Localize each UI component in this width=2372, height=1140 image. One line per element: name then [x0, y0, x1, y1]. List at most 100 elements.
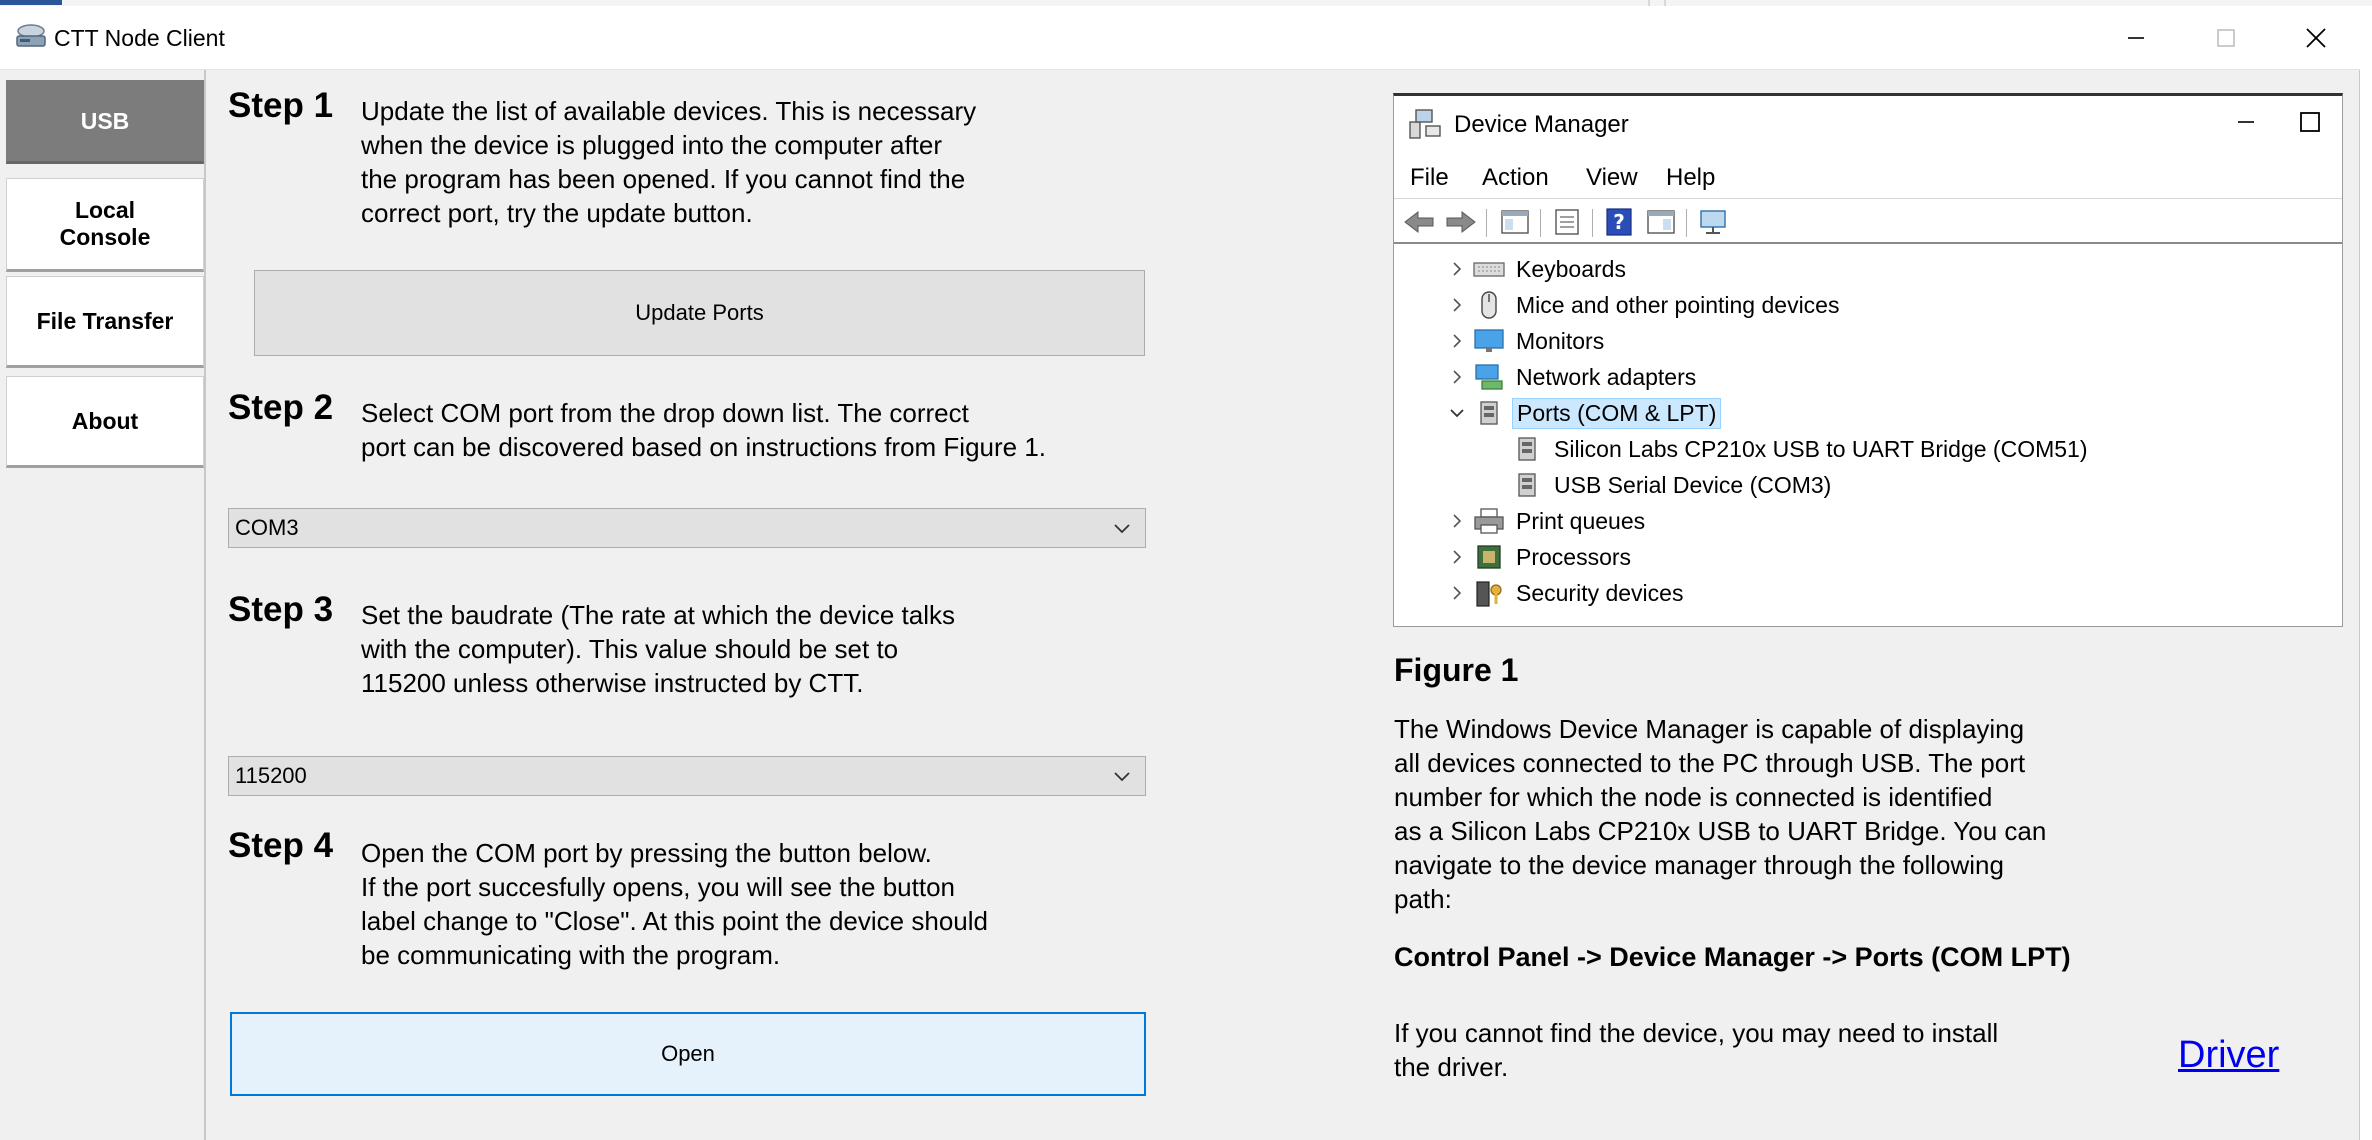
taskbar-accent: [0, 0, 62, 5]
tree-item-processors: Processors: [1442, 540, 1635, 574]
chevron-right-icon: [1442, 578, 1472, 608]
baudrate-value: 115200: [235, 763, 307, 788]
device-tree: Keyboards Mice and other pointing device…: [1394, 248, 2342, 626]
scan-hardware-icon: [1700, 210, 1726, 234]
chevron-right-icon: [1442, 542, 1472, 572]
dm-menu-file: File: [1410, 164, 1449, 191]
app-window: CTT Node Client USB Local Console File T…: [0, 6, 2360, 1140]
minimize-icon: [2128, 37, 2144, 39]
chevron-right-icon: [1442, 290, 1472, 320]
app-icon: [16, 24, 46, 47]
dm-menu-help: Help: [1666, 164, 1716, 191]
toolbar-separator: [1592, 209, 1593, 237]
help-icon: ?: [1606, 208, 1632, 236]
port-icon: [1480, 401, 1498, 425]
chevron-down-icon: [1114, 772, 1130, 782]
monitor-icon: [1474, 329, 1504, 352]
port-icon: [1518, 437, 1536, 461]
tree-item-mice: Mice and other pointing devices: [1442, 288, 1843, 322]
tree-item-print-queues: Print queues: [1442, 504, 1649, 538]
close-icon: [2306, 28, 2326, 48]
update-ports-button[interactable]: Update Ports: [254, 270, 1145, 356]
security-icon: [1476, 581, 1502, 607]
tab-local-console[interactable]: Local Console: [6, 178, 204, 272]
port-icon: [1518, 473, 1536, 497]
keyboard-icon: [1473, 262, 1505, 277]
minimize-icon: [2238, 121, 2254, 123]
tree-label: Keyboards: [1516, 255, 1626, 282]
tree-label: Mice and other pointing devices: [1516, 291, 1840, 318]
tree-label: Print queues: [1516, 507, 1646, 534]
dm-toolbar: ?: [1394, 198, 2342, 244]
figure-path: Control Panel -> Device Manager -> Ports…: [1394, 942, 2071, 972]
back-arrow-icon: [1404, 210, 1434, 234]
chevron-right-icon: [1442, 254, 1472, 284]
tree-item-keyboards: Keyboards: [1442, 252, 1630, 286]
tree-label: Monitors: [1516, 327, 1605, 354]
driver-note: If you cannot find the device, you may n…: [1394, 1018, 1999, 1082]
minimize-button[interactable]: [2090, 6, 2182, 70]
step-1-text: Update the list of available devices. Th…: [361, 96, 977, 228]
title-bar[interactable]: CTT Node Client: [0, 6, 2360, 70]
dm-minimize-button: [2216, 102, 2276, 142]
step-1-label: Step 1: [228, 86, 334, 125]
toolbar-separator: [1686, 209, 1687, 237]
device-manager-title: Device Manager: [1454, 111, 1629, 138]
maximize-icon: [2217, 29, 2235, 47]
tab-usb[interactable]: USB: [6, 80, 204, 164]
step-2-label: Step 2: [228, 388, 334, 427]
tree-label: Silicon Labs CP210x USB to UART Bridge (…: [1554, 435, 2088, 462]
tree-item-silicon-labs: Silicon Labs CP210x USB to UART Bridge (…: [1480, 432, 2091, 466]
tab-about[interactable]: About: [6, 376, 204, 468]
step-2-text: Select COM port from the drop down list.…: [361, 398, 1047, 462]
maximize-icon: [2300, 112, 2320, 132]
baudrate-select[interactable]: 115200: [228, 756, 1146, 796]
chevron-right-icon: [1442, 506, 1472, 536]
chevron-right-icon: [1442, 362, 1472, 392]
step-4-label: Step 4: [228, 826, 334, 865]
chip-icon: [1477, 545, 1501, 569]
dm-menu-action: Action: [1482, 164, 1549, 191]
device-manager-figure: Device Manager File Action View Help ? K…: [1393, 93, 2343, 627]
step-3-text: Set the baudrate (The rate at which the …: [361, 600, 956, 698]
chevron-down-icon: [1114, 524, 1130, 534]
toolbar-separator: [1486, 209, 1487, 237]
tree-label: Network adapters: [1516, 363, 1697, 390]
maximize-button[interactable]: [2180, 6, 2272, 70]
step-4-text: Open the COM port by pressing the button…: [361, 838, 988, 970]
show-hide-console-tree-icon: [1501, 210, 1529, 234]
figure-title: Figure 1: [1394, 652, 1519, 688]
dm-menu-bar: File Action View Help: [1394, 158, 2342, 198]
action-pane-icon: [1647, 210, 1675, 234]
tree-item-security-devices: Security devices: [1442, 576, 1687, 610]
svg-text:?: ?: [1613, 210, 1625, 234]
tree-item-ports: Ports (COM & LPT): [1442, 396, 1722, 430]
tree-item-monitors: Monitors: [1442, 324, 1608, 358]
dm-menu-view: View: [1586, 164, 1638, 191]
tab-file-transfer[interactable]: File Transfer: [6, 276, 204, 368]
tree-label-selected: Ports (COM & LPT): [1512, 397, 1722, 429]
close-button[interactable]: [2270, 6, 2362, 70]
toolbar-separator: [1540, 209, 1541, 237]
com-port-select[interactable]: COM3: [228, 508, 1146, 548]
sidebar: USB Local Console File Transfer About: [0, 70, 206, 1140]
chevron-right-icon: [1442, 326, 1472, 356]
window-title: CTT Node Client: [54, 25, 225, 51]
driver-link[interactable]: Driver: [2178, 1034, 2279, 1077]
mouse-icon: [1481, 291, 1497, 319]
tree-label: Security devices: [1516, 579, 1684, 606]
figure-description: The Windows Device Manager is capable of…: [1394, 714, 2047, 914]
step-3-label: Step 3: [228, 590, 334, 629]
tree-label: Processors: [1516, 543, 1632, 570]
dm-maximize-button: [2280, 102, 2340, 142]
printer-icon: [1474, 508, 1504, 534]
tree-item-network-adapters: Network adapters: [1442, 360, 1700, 394]
tree-item-usb-serial: USB Serial Device (COM3): [1480, 468, 1835, 502]
device-manager-icon: [1409, 109, 1441, 139]
open-port-button[interactable]: Open: [230, 1012, 1146, 1096]
forward-arrow-icon: [1446, 210, 1476, 234]
network-icon: [1475, 364, 1503, 390]
com-port-value: COM3: [235, 515, 299, 540]
chevron-down-icon: [1442, 398, 1472, 428]
properties-icon: [1555, 209, 1579, 235]
